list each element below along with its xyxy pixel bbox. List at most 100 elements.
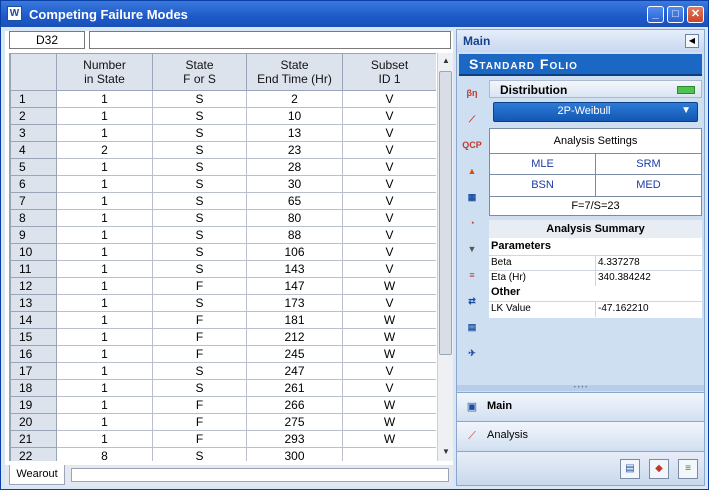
table-cell[interactable]: 147 [246,277,343,295]
table-cell[interactable]: S [152,192,247,210]
alert-icon[interactable]: ▲ [461,160,483,182]
table-cell[interactable]: 80 [246,209,343,227]
table-cell[interactable] [342,447,436,461]
table-cell[interactable]: 1 [56,243,153,261]
sort-icon[interactable]: ≡ [461,264,483,286]
table-cell[interactable]: 1 [56,294,153,312]
table-cell[interactable]: S [152,294,247,312]
scroll-thumb[interactable] [439,71,452,355]
row-header[interactable]: 19 [10,396,57,414]
table-cell[interactable]: 28 [246,158,343,176]
table-cell[interactable]: 1 [56,430,153,448]
table-cell[interactable]: S [152,124,247,142]
table-cell[interactable]: 88 [246,226,343,244]
table-cell[interactable]: S [152,362,247,380]
row-header[interactable]: 9 [10,226,57,244]
table-cell[interactable]: W [342,430,436,448]
table-cell[interactable]: 13 [246,124,343,142]
table-cell[interactable]: V [342,379,436,397]
gauge-icon[interactable]: ◔ [461,212,483,234]
table-cell[interactable]: 8 [56,447,153,461]
scroll-up-arrow[interactable]: ▲ [439,54,453,68]
table-cell[interactable]: 1 [56,362,153,380]
table-cell[interactable]: 261 [246,379,343,397]
row-header[interactable]: 4 [10,141,57,159]
table-cell[interactable]: 2 [56,141,153,159]
table-cell[interactable]: 1 [56,277,153,295]
nav-analysis-button[interactable]: ⟋ Analysis [457,421,704,449]
table-cell[interactable]: 173 [246,294,343,312]
row-header[interactable]: 12 [10,277,57,295]
scroll-down-arrow[interactable]: ▼ [439,445,453,459]
data-grid[interactable]: Number in State State F or S State End Tim… [9,53,436,461]
row-header[interactable]: 21 [10,430,57,448]
table-cell[interactable]: 1 [56,90,153,108]
row-header[interactable]: 7 [10,192,57,210]
filter-icon[interactable]: ▼ [461,238,483,260]
table-cell[interactable]: 1 [56,226,153,244]
row-header[interactable]: 13 [10,294,57,312]
column-header[interactable]: Number in State [56,53,153,91]
menu-lines-icon[interactable]: ≡ [678,459,698,479]
row-header[interactable]: 10 [10,243,57,261]
row-header[interactable]: 3 [10,124,57,142]
table-cell[interactable]: 30 [246,175,343,193]
table-cell[interactable]: F [152,430,247,448]
table-cell[interactable]: 1 [56,311,153,329]
horizontal-scrollbar[interactable] [71,468,449,482]
table-cell[interactable]: 1 [56,158,153,176]
transfer-icon[interactable]: ⇄ [461,290,483,312]
table-cell[interactable]: S [152,141,247,159]
column-header[interactable]: State End Time (Hr) [246,53,343,91]
table-cell[interactable]: V [342,175,436,193]
row-header[interactable]: 22 [10,447,57,461]
table-cell[interactable]: 1 [56,209,153,227]
panel-splitter[interactable]: • • • • [457,385,704,391]
table-cell[interactable]: 1 [56,124,153,142]
table-cell[interactable]: S [152,175,247,193]
table-cell[interactable]: W [342,328,436,346]
table-cell[interactable]: 1 [56,175,153,193]
table-cell[interactable]: W [342,413,436,431]
table-cell[interactable]: V [342,124,436,142]
analysis-settings-button[interactable]: Analysis Settings [490,129,701,154]
qcp-icon[interactable]: QCP [461,134,483,156]
table-cell[interactable]: F [152,277,247,295]
table-cell[interactable]: V [342,158,436,176]
table-cell[interactable]: 245 [246,345,343,363]
table-cell[interactable]: 212 [246,328,343,346]
table-cell[interactable]: 266 [246,396,343,414]
maximize-button[interactable]: □ [667,6,684,23]
table-cell[interactable]: 293 [246,430,343,448]
bsn-option[interactable]: BSN [490,175,595,195]
formula-bar[interactable] [89,31,451,49]
row-header[interactable]: 20 [10,413,57,431]
table-cell[interactable]: W [342,311,436,329]
minimize-button[interactable]: _ [647,6,664,23]
row-header[interactable]: 11 [10,260,57,278]
table-cell[interactable]: 143 [246,260,343,278]
wizard-icon[interactable]: ◆ [649,459,669,479]
table-cell[interactable]: V [342,192,436,210]
cell-reference-box[interactable]: D32 [9,31,85,49]
table-cell[interactable]: 1 [56,396,153,414]
table-cell[interactable]: 1 [56,192,153,210]
close-button[interactable]: ✕ [687,6,704,23]
mle-option[interactable]: MLE [490,154,595,174]
row-header[interactable]: 18 [10,379,57,397]
parameters-icon[interactable]: βη [461,82,483,104]
table-cell[interactable]: V [342,141,436,159]
table-cell[interactable]: V [342,260,436,278]
row-header[interactable]: 14 [10,311,57,329]
collapse-panel-icon[interactable]: ◀ [685,34,699,48]
table-cell[interactable]: W [342,396,436,414]
table-cell[interactable]: F [152,413,247,431]
table-cell[interactable]: S [152,260,247,278]
table-cell[interactable]: 181 [246,311,343,329]
vertical-scrollbar[interactable]: ▲ ▼ [437,53,453,461]
row-header[interactable]: 16 [10,345,57,363]
batch-icon[interactable]: ▦ [461,186,483,208]
table-cell[interactable]: 65 [246,192,343,210]
table-cell[interactable]: S [152,447,247,461]
table-cell[interactable]: V [342,226,436,244]
